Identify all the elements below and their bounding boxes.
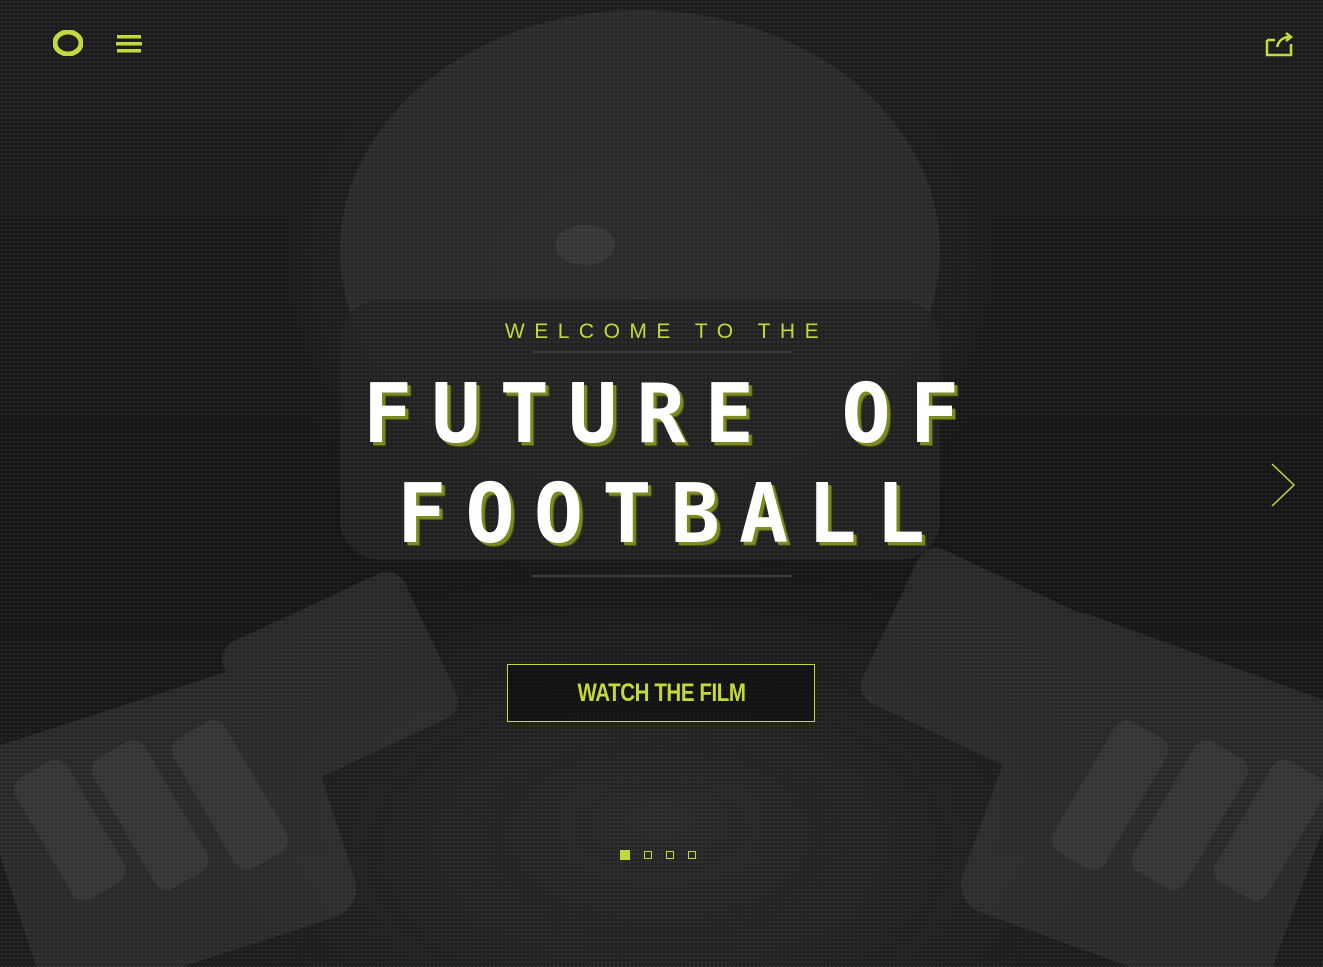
headline-line-1: FUTURE OF: [362, 367, 979, 462]
watch-film-button[interactable]: WATCH THE FILM: [507, 664, 815, 722]
chevron-right-icon[interactable]: [1270, 462, 1296, 508]
pager-dot-2[interactable]: [644, 851, 652, 859]
pager-dot-3[interactable]: [666, 851, 674, 859]
pager-dot-4[interactable]: [688, 851, 696, 859]
carousel-pager: [620, 850, 696, 860]
share-icon[interactable]: [1265, 31, 1294, 57]
watch-film-label: WATCH THE FILM: [576, 678, 746, 707]
headline-line-2: FOOTBALL: [397, 467, 944, 562]
hero-stage: WELCOME TO THE FUTURE OF FOOTBALL WATCH …: [0, 0, 1323, 967]
bottom-divider: [531, 575, 792, 577]
top-divider: [531, 351, 792, 353]
hero-heading-group: WELCOME TO THE FUTURE OF FOOTBALL: [0, 318, 1323, 577]
hero-kicker: WELCOME TO THE: [504, 320, 829, 343]
hamburger-menu-icon[interactable]: [116, 33, 142, 55]
pager-dot-1[interactable]: [620, 850, 630, 860]
oregon-o-logo-icon[interactable]: [52, 29, 84, 57]
hero-headline: FUTURE OF FOOTBALL: [0, 365, 1323, 565]
